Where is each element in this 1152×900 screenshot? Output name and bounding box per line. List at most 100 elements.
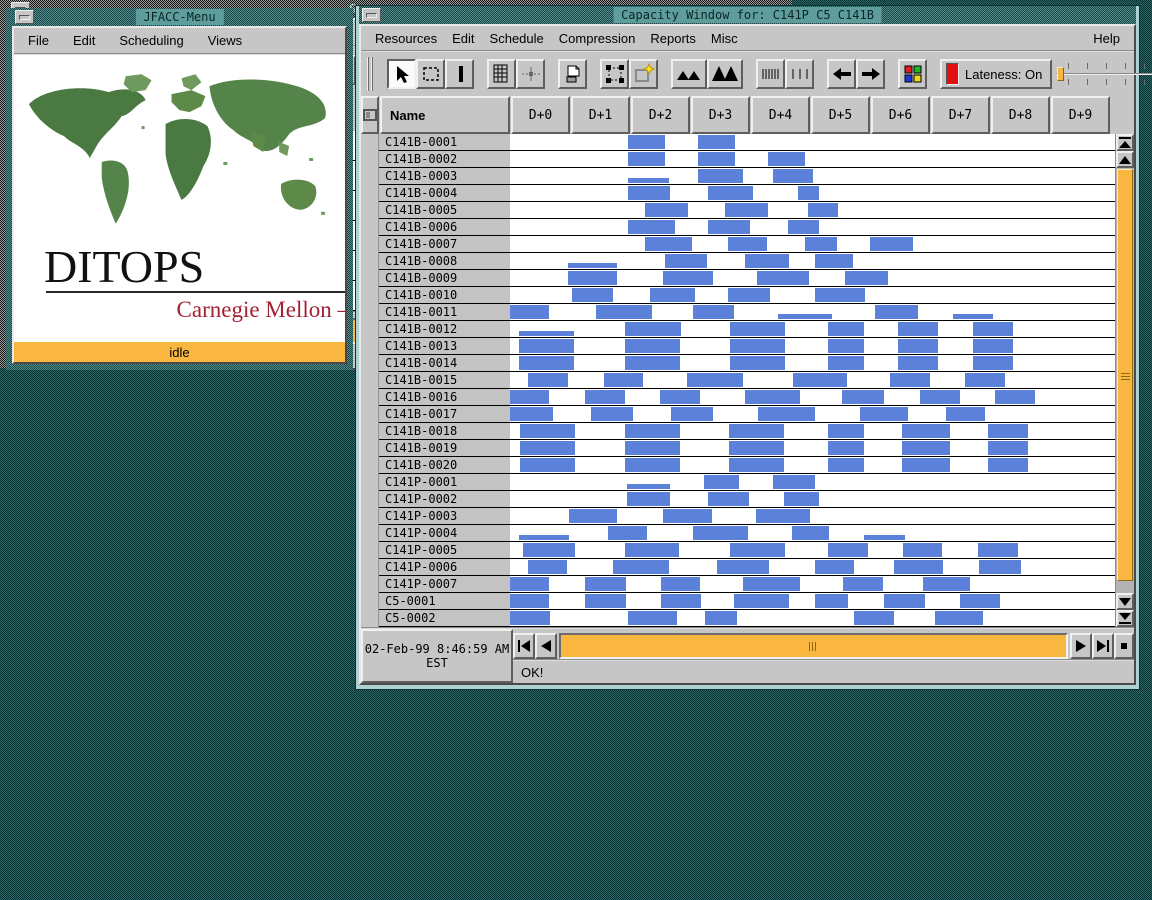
- menu-help[interactable]: Help: [1093, 31, 1120, 46]
- gantt-bar[interactable]: [935, 611, 983, 625]
- gantt-bar[interactable]: [608, 526, 647, 540]
- gantt-bar[interactable]: [698, 135, 735, 149]
- gantt-bar[interactable]: [523, 543, 575, 557]
- gantt-row[interactable]: [510, 440, 1115, 457]
- gantt-bar[interactable]: [730, 543, 785, 557]
- scroll-to-bottom-button[interactable]: [1116, 610, 1134, 627]
- column-header-dplus3[interactable]: D+3: [691, 96, 750, 134]
- gantt-bar[interactable]: [815, 560, 854, 574]
- gantt-bar[interactable]: [704, 475, 739, 489]
- gantt-bar[interactable]: [965, 373, 1005, 387]
- gantt-bar[interactable]: [510, 594, 549, 608]
- gantt-bar[interactable]: [625, 543, 679, 557]
- gantt-row[interactable]: [510, 406, 1115, 423]
- gantt-row[interactable]: [510, 202, 1115, 219]
- gantt-bar[interactable]: [828, 322, 864, 336]
- gantt-bar[interactable]: [902, 458, 950, 472]
- column-header-dplus9[interactable]: D+9: [1051, 96, 1110, 134]
- gantt-bar[interactable]: [687, 373, 743, 387]
- column-header-dplus5[interactable]: D+5: [811, 96, 870, 134]
- gantt-bar[interactable]: [510, 577, 549, 591]
- gantt-bar[interactable]: [828, 356, 864, 370]
- gantt-bar[interactable]: [628, 220, 675, 234]
- gantt-bar[interactable]: [520, 458, 575, 472]
- gantt-bar[interactable]: [510, 305, 549, 319]
- gantt-bar[interactable]: [828, 441, 864, 455]
- gantt-row[interactable]: [510, 253, 1115, 270]
- row-label[interactable]: C141P-0002: [379, 491, 510, 508]
- menu-file[interactable]: File: [28, 33, 49, 48]
- row-label[interactable]: C141B-0019: [379, 440, 510, 457]
- gantt-row[interactable]: [510, 508, 1115, 525]
- gantt-bar[interactable]: [988, 424, 1028, 438]
- gantt-bar[interactable]: [628, 186, 670, 200]
- color-grid-button[interactable]: [898, 59, 927, 90]
- row-label[interactable]: C141B-0007: [379, 236, 510, 253]
- gantt-bar[interactable]: [843, 577, 883, 591]
- gantt-bar[interactable]: [828, 458, 864, 472]
- gantt-row[interactable]: [510, 593, 1115, 610]
- menu-edit[interactable]: Edit: [452, 31, 474, 46]
- scroll-to-end-button[interactable]: [1092, 633, 1114, 659]
- gantt-bar[interactable]: [729, 424, 784, 438]
- gantt-bar[interactable]: [628, 611, 677, 625]
- row-label[interactable]: C141P-0001: [379, 474, 510, 491]
- gantt-bar[interactable]: [528, 373, 568, 387]
- column-header-dplus0[interactable]: D+0: [511, 96, 570, 134]
- gantt-row[interactable]: [510, 389, 1115, 406]
- column-header-dplus7[interactable]: D+7: [931, 96, 990, 134]
- marquee-button[interactable]: [416, 59, 445, 90]
- gantt-bar[interactable]: [645, 237, 692, 251]
- gantt-row[interactable]: [510, 491, 1115, 508]
- gantt-bar[interactable]: [568, 263, 617, 268]
- gantt-bar[interactable]: [756, 509, 810, 523]
- gantt-bar[interactable]: [815, 594, 848, 608]
- gantt-bar[interactable]: [591, 407, 633, 421]
- gantt-bar[interactable]: [625, 322, 681, 336]
- scroll-down-button[interactable]: [1116, 593, 1134, 610]
- gantt-row[interactable]: [510, 525, 1115, 542]
- column-header-dplus1[interactable]: D+1: [571, 96, 630, 134]
- gantt-bar[interactable]: [671, 407, 713, 421]
- row-label[interactable]: C141B-0018: [379, 423, 510, 440]
- copy-button[interactable]: [558, 59, 587, 90]
- gantt-bar[interactable]: [510, 390, 549, 404]
- gantt-bar[interactable]: [660, 390, 700, 404]
- gantt-bar[interactable]: [898, 356, 938, 370]
- gantt-bar[interactable]: [520, 424, 575, 438]
- gantt-bar[interactable]: [743, 577, 800, 591]
- gantt-bar[interactable]: [773, 169, 813, 183]
- gantt-row[interactable]: [510, 236, 1115, 253]
- gantt-bar[interactable]: [725, 203, 768, 217]
- gantt-bar[interactable]: [973, 339, 1013, 353]
- scroll-right-button[interactable]: [1070, 633, 1092, 659]
- gantt-bar[interactable]: [995, 390, 1035, 404]
- gantt-bar[interactable]: [585, 390, 625, 404]
- gantt-bar[interactable]: [734, 594, 789, 608]
- jfacc-titlebar[interactable]: JFACC-Menu: [12, 8, 347, 26]
- gantt-bar[interactable]: [864, 535, 905, 540]
- row-label[interactable]: C141B-0004: [379, 185, 510, 202]
- menu-resources[interactable]: Resources: [375, 31, 437, 46]
- gantt-row[interactable]: [510, 355, 1115, 372]
- capacity-titlebar[interactable]: Capacity Window for: C141P C5 C141B: [359, 6, 1136, 24]
- menu-misc[interactable]: Misc: [711, 31, 738, 46]
- menu-compression[interactable]: Compression: [559, 31, 636, 46]
- gantt-bar[interactable]: [768, 152, 805, 166]
- gantt-bar[interactable]: [978, 543, 1018, 557]
- gantt-bar[interactable]: [973, 356, 1013, 370]
- gantt-bar[interactable]: [717, 560, 769, 574]
- gantt-bar[interactable]: [788, 220, 819, 234]
- gantt-bar[interactable]: [661, 594, 701, 608]
- handles-button[interactable]: [600, 59, 629, 90]
- gantt-bar[interactable]: [519, 356, 574, 370]
- gantt-bar[interactable]: [898, 322, 938, 336]
- column-header-dplus4[interactable]: D+4: [751, 96, 810, 134]
- gantt-bar[interactable]: [596, 305, 652, 319]
- gantt-bar[interactable]: [613, 560, 669, 574]
- gantt-bar[interactable]: [988, 458, 1028, 472]
- row-label[interactable]: C141P-0007: [379, 576, 510, 593]
- gantt-row[interactable]: [510, 372, 1115, 389]
- menu-views[interactable]: Views: [208, 33, 242, 48]
- gantt-row[interactable]: [510, 270, 1115, 287]
